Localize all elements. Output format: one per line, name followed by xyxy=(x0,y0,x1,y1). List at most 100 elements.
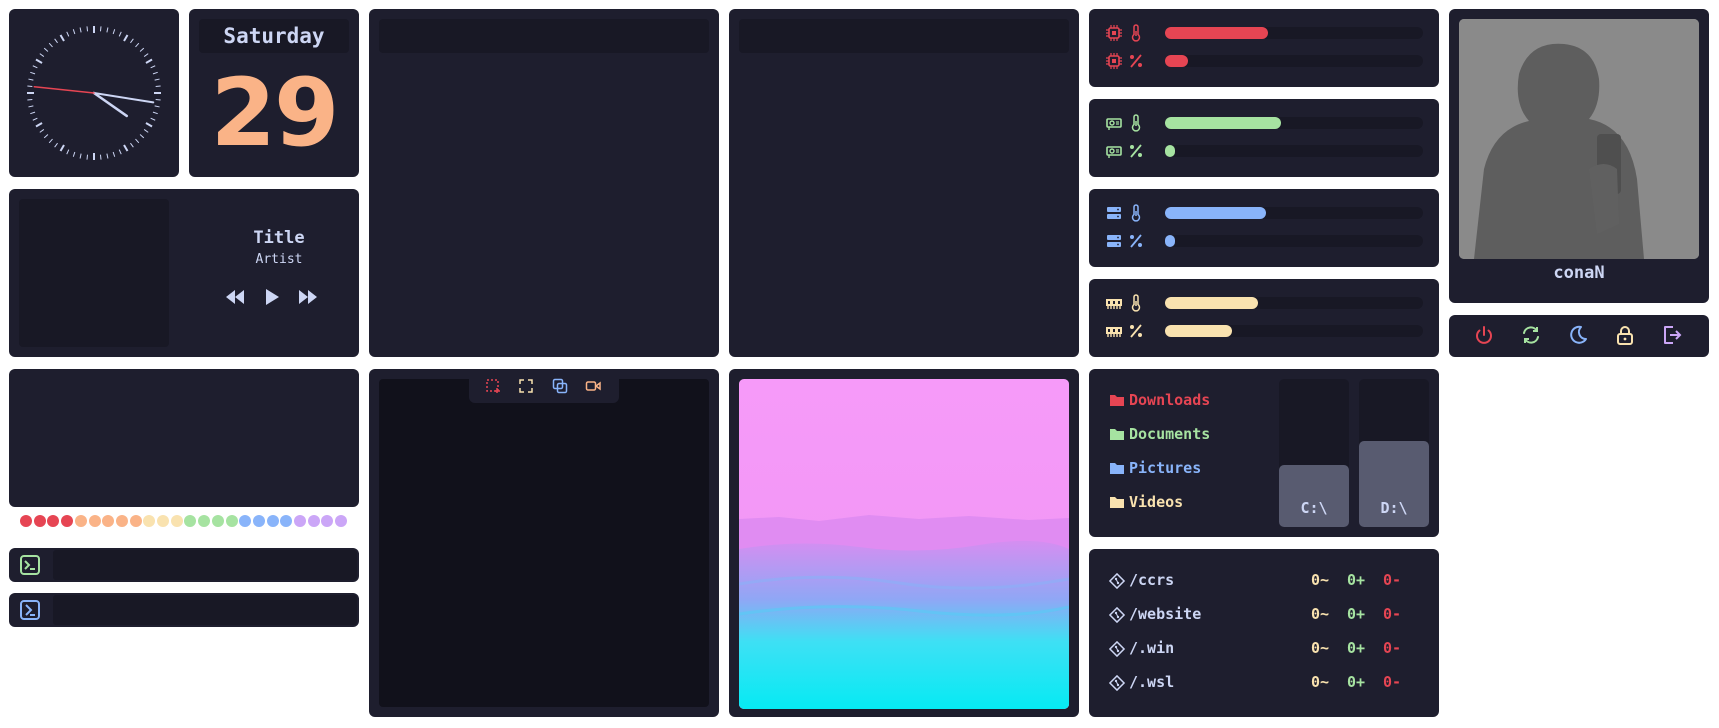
clock-tick xyxy=(39,53,45,57)
track-artist: Artist xyxy=(255,252,303,267)
folder-icon xyxy=(1109,495,1125,509)
color-dot xyxy=(170,515,183,527)
thermometer-icon xyxy=(1127,114,1145,132)
color-palette-widget xyxy=(9,369,359,527)
color-dot xyxy=(102,515,115,527)
empty-widget-2-header xyxy=(739,19,1069,53)
clock-tick xyxy=(32,117,38,121)
git-repo-win[interactable]: /.win 0~ 0+ 0- xyxy=(1109,639,1423,659)
fast-forward-icon[interactable] xyxy=(297,287,319,307)
clock-tick xyxy=(155,85,161,88)
clock-tick xyxy=(106,27,109,33)
clock-tick xyxy=(135,42,140,48)
memory-temp-bar xyxy=(1165,297,1423,309)
color-dot xyxy=(294,515,306,527)
git-repo-ccrs[interactable]: /ccrs 0~ 0+ 0- xyxy=(1109,571,1423,591)
clock-tick xyxy=(54,38,58,44)
clock-tick xyxy=(54,142,58,148)
gpu-icon xyxy=(1105,142,1123,160)
username: conaN xyxy=(1553,263,1605,283)
powershell-input[interactable] xyxy=(53,595,357,625)
git-repo-wsl[interactable]: /.wsl 0~ 0+ 0- xyxy=(1109,673,1423,693)
color-dot xyxy=(184,515,197,527)
terminal-launcher[interactable] xyxy=(9,548,359,582)
clock-tick xyxy=(139,47,145,52)
disk-temp-fill xyxy=(1165,207,1266,219)
clock-tick xyxy=(66,149,70,155)
color-dot xyxy=(47,515,60,527)
day-name: Saturday xyxy=(199,19,349,53)
color-dot xyxy=(307,515,320,527)
clock-tick xyxy=(48,42,53,48)
clock-tick xyxy=(152,71,158,75)
clock-tick xyxy=(139,134,145,139)
memory-temp-fill xyxy=(1165,297,1258,309)
power-menu xyxy=(1449,315,1709,357)
gpu-usage-row xyxy=(1105,144,1423,158)
gpu-temp-row xyxy=(1105,114,1423,132)
folder-icon xyxy=(1109,461,1125,475)
window-icon[interactable] xyxy=(552,378,568,394)
clock-tick xyxy=(32,65,38,69)
clock-tick xyxy=(154,105,160,108)
memory-temp-row xyxy=(1105,294,1423,312)
clock-tick xyxy=(130,142,134,148)
disk-temp-row xyxy=(1105,204,1423,222)
restart-icon[interactable] xyxy=(1520,324,1542,346)
empty-widget-1 xyxy=(369,9,719,357)
record-icon[interactable] xyxy=(585,378,601,394)
clock-tick xyxy=(86,154,89,160)
terminal-input[interactable] xyxy=(53,550,357,580)
rewind-icon[interactable] xyxy=(224,287,246,307)
clock-tick xyxy=(145,58,153,64)
color-dot xyxy=(225,515,238,527)
color-dot xyxy=(335,515,348,527)
logout-icon[interactable] xyxy=(1661,324,1683,346)
clock-tick xyxy=(118,31,122,37)
drive-c[interactable]: C:\ xyxy=(1279,379,1349,527)
memory-usage-fill xyxy=(1165,325,1233,337)
track-title: Title xyxy=(253,228,305,248)
day-number: 29 xyxy=(210,59,340,168)
clock-tick xyxy=(28,105,34,108)
lock-icon[interactable] xyxy=(1614,324,1636,346)
drive-c-usage xyxy=(1279,464,1349,527)
wallpaper-image xyxy=(739,379,1069,709)
drive-d[interactable]: D:\ xyxy=(1359,379,1429,527)
cpu-icon xyxy=(1105,24,1123,42)
clock-tick xyxy=(66,31,70,37)
clock-tick xyxy=(123,144,129,152)
clock-tick xyxy=(79,27,82,33)
sleep-icon[interactable] xyxy=(1567,324,1589,346)
cpu-temp-bar xyxy=(1165,27,1423,39)
clock-tick xyxy=(48,138,53,144)
date-widget: Saturday 29 xyxy=(189,9,359,177)
clock-tick xyxy=(43,134,49,139)
color-dot xyxy=(61,515,74,527)
clock-tick xyxy=(27,85,33,88)
clock-tick xyxy=(43,47,49,52)
clock-tick xyxy=(99,154,102,160)
fullscreen-icon[interactable] xyxy=(518,378,534,394)
gpu-temp-fill xyxy=(1165,117,1282,129)
git-repo-website[interactable]: /website 0~ 0+ 0- xyxy=(1109,605,1423,625)
color-dot xyxy=(252,515,265,527)
empty-widget-2 xyxy=(729,9,1079,357)
gpu-usage-fill xyxy=(1165,145,1176,157)
terminal-icon[interactable] xyxy=(19,554,41,576)
color-dot xyxy=(157,515,169,527)
region-select-icon[interactable] xyxy=(485,378,501,394)
git-icon xyxy=(1109,675,1125,691)
power-icon[interactable] xyxy=(1473,324,1495,346)
clock-widget xyxy=(9,9,179,177)
powershell-launcher[interactable] xyxy=(9,593,359,627)
clock-tick xyxy=(143,53,149,57)
disk-stats-widget xyxy=(1089,189,1439,267)
play-icon[interactable] xyxy=(263,287,281,307)
cpu-usage-bar xyxy=(1165,55,1423,67)
powershell-icon[interactable] xyxy=(19,599,41,621)
clock-tick xyxy=(72,151,76,157)
color-dot xyxy=(239,515,252,527)
wallpaper-widget xyxy=(729,369,1079,717)
disk-usage-bar xyxy=(1165,235,1423,247)
